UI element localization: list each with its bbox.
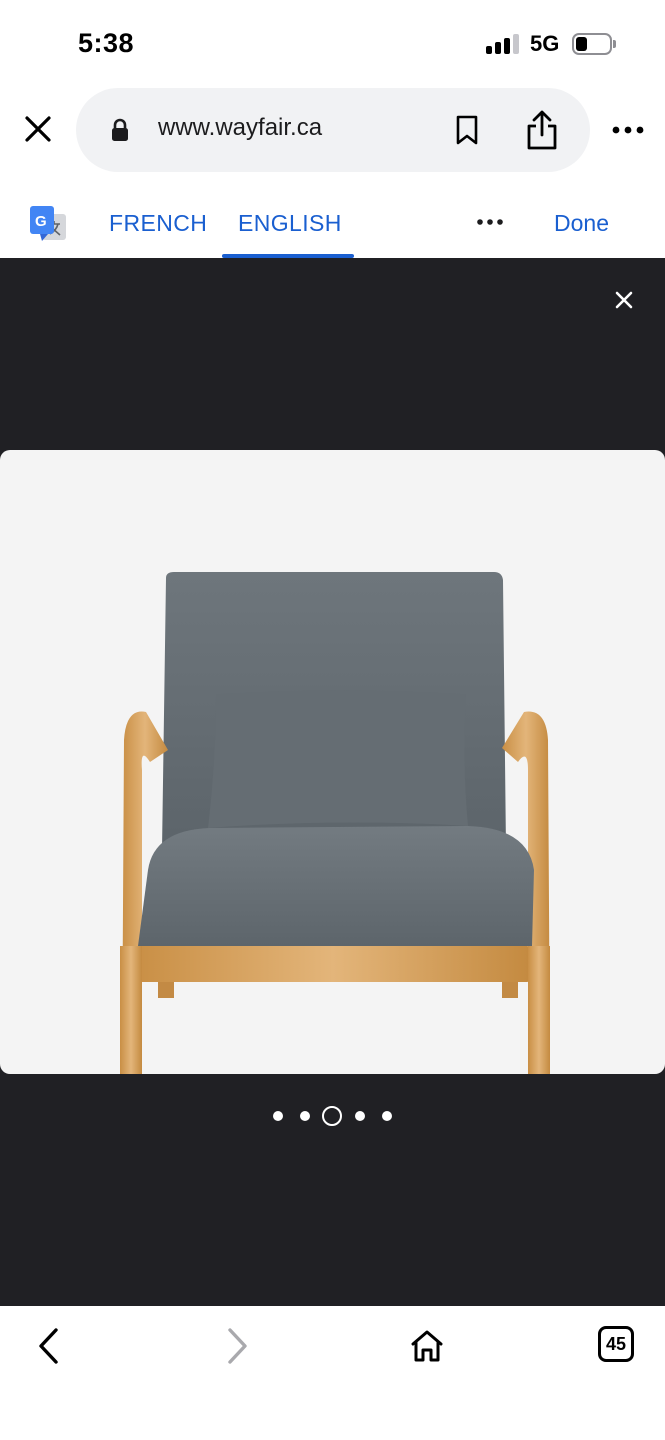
pager-dot-active[interactable]	[322, 1106, 342, 1126]
more-horizontal-icon	[612, 126, 644, 134]
chevron-left-icon	[39, 1328, 58, 1364]
home-icon	[411, 1330, 443, 1362]
google-translate-icon: G	[30, 206, 66, 241]
product-image[interactable]	[0, 450, 665, 1074]
pager-dot[interactable]	[355, 1111, 365, 1121]
tab-switcher-button[interactable]: 45	[598, 1326, 634, 1362]
address-bar[interactable]: www.wayfair.ca	[76, 88, 590, 172]
status-bar: 5:38 5G	[0, 0, 665, 88]
image-viewer	[0, 258, 665, 1306]
forward-button[interactable]	[220, 1324, 256, 1368]
close-tab-button[interactable]	[18, 108, 58, 150]
home-button[interactable]	[406, 1324, 448, 1368]
url-text: www.wayfair.ca	[158, 114, 323, 141]
back-button[interactable]	[30, 1324, 66, 1368]
pager-dot[interactable]	[382, 1111, 392, 1121]
armchair-image	[120, 572, 550, 1074]
tab-french[interactable]: FRENCH	[109, 210, 207, 237]
cellular-signal-icon	[486, 34, 520, 54]
bottom-toolbar: 45	[0, 1306, 665, 1440]
close-icon	[25, 116, 51, 142]
pager-dot[interactable]	[300, 1111, 310, 1121]
close-icon[interactable]	[608, 284, 640, 316]
chevron-right-icon	[228, 1328, 247, 1364]
image-pager	[0, 1104, 665, 1128]
pager-dot[interactable]	[273, 1111, 283, 1121]
battery-icon	[572, 33, 616, 55]
more-menu-button[interactable]	[606, 116, 650, 144]
url-row: www.wayfair.ca	[0, 88, 665, 180]
lock-icon	[112, 118, 128, 141]
translate-bar: G FRENCH ENGLISH Done	[0, 180, 665, 258]
more-horizontal-icon[interactable]	[474, 214, 506, 230]
done-button[interactable]: Done	[554, 210, 609, 237]
network-type: 5G	[530, 31, 560, 56]
tab-english[interactable]: ENGLISH	[238, 210, 342, 237]
status-time: 5:38	[78, 28, 135, 58]
bookmark-icon[interactable]	[452, 114, 482, 146]
share-icon[interactable]	[524, 108, 560, 152]
svg-text:G: G	[35, 213, 47, 230]
